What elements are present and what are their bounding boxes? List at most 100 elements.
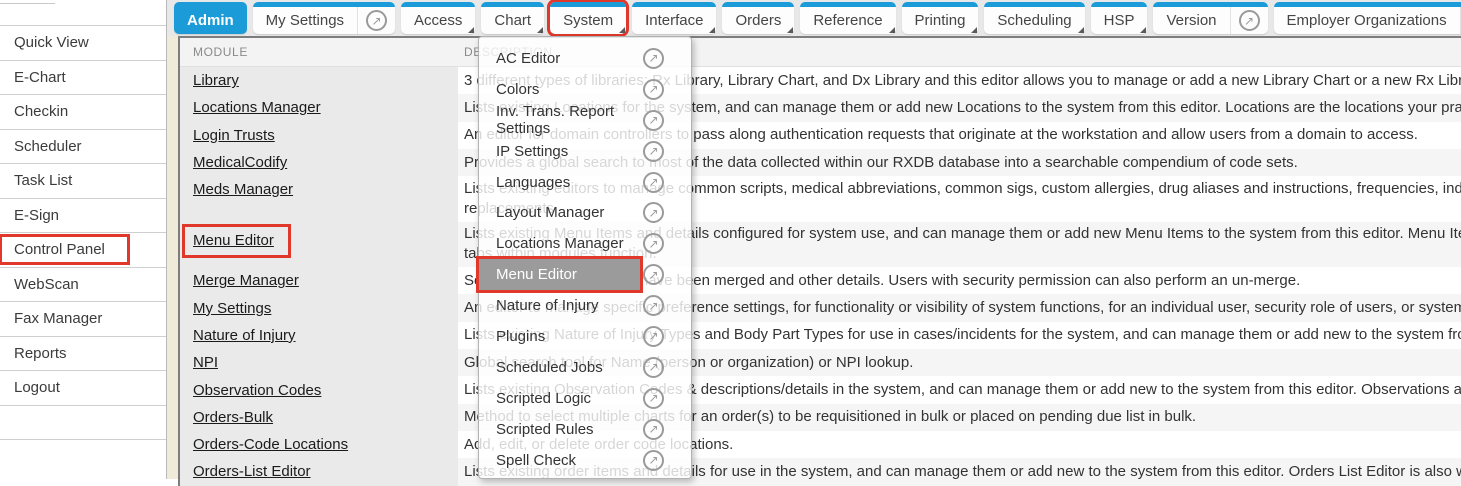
module-link[interactable]: Orders-Code Locations	[193, 436, 348, 453]
module-link[interactable]: My Settings	[193, 300, 271, 317]
tab-reference[interactable]: Reference	[800, 2, 895, 34]
sidebar-item-control-panel[interactable]: Control Panel	[0, 232, 166, 267]
menu-item-open-in-new-button[interactable]: ↗	[640, 388, 691, 409]
menu-item-colors[interactable]: Colors↗	[479, 74, 691, 105]
menu-item-open-in-new-button[interactable]: ↗	[640, 202, 691, 223]
menu-item-ip-settings[interactable]: IP Settings↗	[479, 136, 691, 167]
module-link[interactable]: Menu Editor	[193, 232, 274, 249]
menu-item-scripted-rules[interactable]: Scripted Rules↗	[479, 414, 691, 445]
menu-item-label: IP Settings	[479, 136, 640, 167]
sidebar-item-e-chart[interactable]: E-Chart	[0, 60, 166, 95]
sidebar-item-label: Control Panel	[14, 241, 105, 258]
tab-admin[interactable]: Admin	[174, 2, 247, 34]
menu-item-open-in-new-button[interactable]: ↗	[640, 357, 691, 378]
table-row: Merge ManagerSearch tool for charts that…	[180, 267, 1461, 294]
sidebar-item-label: Fax Manager	[14, 310, 102, 327]
open-in-new-icon: ↗	[643, 326, 664, 347]
tab-orders[interactable]: Orders	[722, 2, 794, 34]
tab-accent-strip	[902, 2, 979, 7]
table-row: Nature of InjuryLists existing Nature of…	[180, 322, 1461, 349]
module-link[interactable]: Nature of Injury	[193, 327, 296, 344]
sidebar-item-quick-view[interactable]: Quick View	[0, 25, 166, 60]
sidebar-item-label: E-Sign	[14, 207, 59, 224]
sidebar-item-webscan[interactable]: WebScan	[0, 267, 166, 302]
menu-item-scripted-logic[interactable]: Scripted Logic↗	[479, 383, 691, 414]
open-in-new-icon: ↗	[643, 202, 664, 223]
tab-accent-strip	[722, 2, 794, 7]
module-link[interactable]: Merge Manager	[193, 272, 299, 289]
sidebar-item-label: Reports	[14, 345, 67, 362]
open-in-new-icon: ↗	[643, 419, 664, 440]
menu-item-open-in-new-button[interactable]: ↗	[640, 48, 691, 69]
tab-scheduling[interactable]: Scheduling	[984, 2, 1084, 34]
tab-accent-strip	[984, 2, 1084, 7]
dropdown-fold-icon	[468, 27, 474, 33]
module-link[interactable]: Locations Manager	[193, 99, 321, 116]
module-link[interactable]: Orders-List Editor	[193, 463, 311, 480]
tab-version[interactable]: Version↗	[1153, 2, 1267, 34]
menu-item-open-in-new-button[interactable]: ↗	[640, 295, 691, 316]
table-row: Observation CodesLists existing Observat…	[180, 376, 1461, 403]
tab-chart[interactable]: Chart	[481, 2, 544, 34]
table-row: MedicalCodifyProvides a global search to…	[180, 149, 1461, 176]
menu-item-label: Scheduled Jobs	[479, 352, 640, 383]
menu-item-open-in-new-button[interactable]: ↗	[640, 172, 691, 193]
menu-item-spell-check[interactable]: Spell Check↗	[479, 445, 691, 476]
module-cell: Observation Codes	[180, 376, 458, 403]
menu-item-inv-trans-report-settings[interactable]: Inv. Trans. Report Settings↗	[479, 105, 691, 136]
tab-my-settings[interactable]: My Settings↗	[253, 2, 395, 34]
dropdown-fold-icon	[1078, 27, 1084, 33]
menu-item-open-in-new-button[interactable]: ↗	[640, 264, 691, 285]
tab-system[interactable]: System	[550, 2, 626, 34]
tab-interface[interactable]: Interface	[632, 2, 716, 34]
tab-printing[interactable]: Printing	[902, 2, 979, 34]
menu-item-ac-editor[interactable]: AC Editor↗	[479, 43, 691, 74]
menu-item-plugins[interactable]: Plugins↗	[479, 321, 691, 352]
module-link[interactable]: Meds Manager	[193, 181, 293, 198]
sidebar-top-divider	[0, 3, 55, 4]
tab-access[interactable]: Access	[401, 2, 475, 34]
menu-item-nature-of-injury[interactable]: Nature of Injury↗	[479, 290, 691, 321]
sidebar-item-scheduler[interactable]: Scheduler	[0, 129, 166, 164]
menu-item-label: AC Editor	[479, 43, 640, 74]
module-link[interactable]: Login Trusts	[193, 127, 275, 144]
tab-hsp[interactable]: HSP	[1091, 2, 1148, 34]
menu-item-layout-manager[interactable]: Layout Manager↗	[479, 197, 691, 228]
sidebar-item-e-sign[interactable]: E-Sign	[0, 198, 166, 233]
sidebar-item-pin[interactable]	[0, 405, 166, 440]
dropdown-fold-icon	[709, 27, 715, 33]
sidebar-item-checkin[interactable]: Checkin	[0, 94, 166, 129]
module-link[interactable]: Orders-Bulk	[193, 409, 273, 426]
menu-item-open-in-new-button[interactable]: ↗	[640, 419, 691, 440]
module-cell: NPI	[180, 349, 458, 376]
module-link[interactable]: MedicalCodify	[193, 154, 287, 171]
dropdown-fold-icon	[537, 27, 543, 33]
table-header-row: MODULE DESCRIPTION	[180, 38, 1461, 67]
table-row: Library3 different types of libraries: R…	[180, 67, 1461, 94]
table-body: Library3 different types of libraries: R…	[180, 67, 1461, 486]
menu-item-locations-manager[interactable]: Locations Manager↗	[479, 228, 691, 259]
sidebar-item-reports[interactable]: Reports	[0, 336, 166, 371]
open-in-new-icon: ↗	[643, 450, 664, 471]
dropdown-fold-icon	[889, 27, 895, 33]
module-link[interactable]: NPI	[193, 354, 218, 371]
menu-item-menu-editor[interactable]: Menu Editor↗	[479, 259, 691, 290]
tab-accent-strip	[401, 2, 475, 7]
module-cell: Orders-Code Locations	[180, 431, 458, 458]
menu-item-scheduled-jobs[interactable]: Scheduled Jobs↗	[479, 352, 691, 383]
menu-item-open-in-new-button[interactable]: ↗	[640, 110, 691, 131]
sidebar-item-fax-manager[interactable]: Fax Manager	[0, 301, 166, 336]
tab-accent-strip	[1091, 2, 1148, 7]
tab-employer-organizations[interactable]: Employer Organizations↗	[1274, 2, 1461, 34]
module-link[interactable]: Library	[193, 72, 239, 89]
menu-item-open-in-new-button[interactable]: ↗	[640, 79, 691, 100]
menu-item-open-in-new-button[interactable]: ↗	[640, 141, 691, 162]
sidebar-item-logout[interactable]: Logout	[0, 370, 166, 405]
menu-item-open-in-new-button[interactable]: ↗	[640, 326, 691, 347]
menu-item-open-in-new-button[interactable]: ↗	[640, 450, 691, 471]
menu-item-languages[interactable]: Languages↗	[479, 167, 691, 198]
module-cell: Orders-List Editor	[180, 458, 458, 485]
module-link[interactable]: Observation Codes	[193, 382, 321, 399]
menu-item-open-in-new-button[interactable]: ↗	[640, 233, 691, 254]
sidebar-item-task-list[interactable]: Task List	[0, 163, 166, 198]
